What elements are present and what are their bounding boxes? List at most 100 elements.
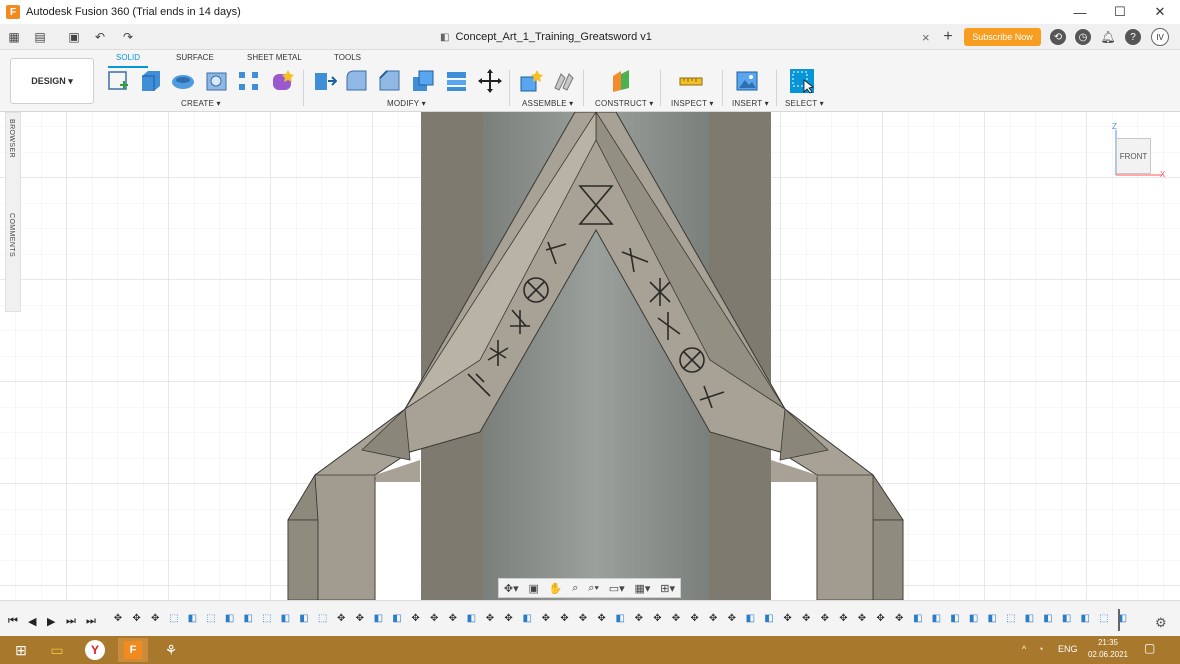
browser-panel[interactable]: BROWSER COMMENTS [5, 112, 21, 312]
timeline-feature-icon[interactable]: ✥ [800, 612, 812, 624]
timeline-feature-icon[interactable]: ◧ [465, 612, 477, 624]
timeline-feature-icon[interactable]: ✥ [689, 612, 701, 624]
timeline-feature-icon[interactable]: ◧ [912, 612, 924, 624]
timeline-feature-icon[interactable]: ⬚ [1005, 612, 1017, 624]
timeline-feature-icon[interactable]: ✥ [875, 612, 887, 624]
canvas-viewport[interactable] [0, 112, 1180, 600]
select-icon[interactable] [789, 68, 815, 94]
network-icon[interactable]: ◔ [1038, 644, 1043, 654]
timeline-feature-icon[interactable]: ✥ [503, 612, 515, 624]
form-icon[interactable] [270, 68, 296, 94]
timeline-feature-icon[interactable]: ✥ [819, 612, 831, 624]
minimize-button[interactable]: — [1060, 0, 1100, 24]
redo-icon[interactable]: ↷ [120, 29, 136, 45]
timeline-feature-icon[interactable]: ⬚ [168, 612, 180, 624]
revolve-icon[interactable] [170, 68, 196, 94]
create-sketch-icon[interactable] [106, 68, 132, 94]
timeline-feature-icon[interactable]: ◧ [279, 612, 291, 624]
timeline-feature-icon[interactable]: ✥ [410, 612, 422, 624]
document-tab[interactable]: ◧ Concept_Art_1_Training_Greatsword v1 × [440, 27, 940, 47]
timeline-feature-icon[interactable]: ✥ [577, 612, 589, 624]
timeline-feature-icon[interactable]: ◧ [1042, 612, 1054, 624]
timeline-feature-icon[interactable]: ✥ [596, 612, 608, 624]
move-copy-icon[interactable] [477, 68, 503, 94]
look-at-icon[interactable]: ▣ [528, 582, 538, 595]
timeline-feature-icon[interactable]: ◧ [186, 612, 198, 624]
new-component-icon[interactable] [518, 68, 544, 94]
hole-icon[interactable] [204, 68, 230, 94]
timeline-feature-icon[interactable]: ✥ [335, 612, 347, 624]
timeline-play-button[interactable]: ▶ [47, 615, 55, 628]
timeline-feature-icon[interactable]: ✥ [893, 612, 905, 624]
timeline-feature-icon[interactable]: ◧ [391, 612, 403, 624]
pan-icon[interactable]: ✋ [549, 582, 563, 595]
group-construct[interactable]: CONSTRUCT ▾ [595, 99, 654, 108]
joint-icon[interactable] [551, 68, 577, 94]
timeline-feature-icon[interactable]: ◧ [521, 612, 533, 624]
group-inspect[interactable]: INSPECT ▾ [671, 99, 714, 108]
group-insert[interactable]: INSERT ▾ [732, 99, 769, 108]
orbit-icon[interactable]: ✥▾ [504, 582, 519, 595]
pattern-icon[interactable] [236, 68, 262, 94]
fusion-taskbar-icon[interactable]: F [118, 638, 148, 662]
shell-icon[interactable] [410, 68, 436, 94]
timeline-feature-icon[interactable]: ◧ [1023, 612, 1035, 624]
apps-grid-icon[interactable]: ▦ [6, 29, 22, 45]
chamfer-icon[interactable] [377, 68, 403, 94]
press-pull-icon[interactable] [311, 68, 337, 94]
timeline-marker[interactable] [1118, 609, 1120, 631]
timeline-feature-icon[interactable]: ◧ [744, 612, 756, 624]
timeline-feature-icon[interactable]: ◧ [763, 612, 775, 624]
subscribe-button[interactable]: Subscribe Now [964, 28, 1041, 46]
timeline-feature-icon[interactable]: ✥ [428, 612, 440, 624]
timeline-feature-icon[interactable]: ✥ [837, 612, 849, 624]
timeline-feature-icon[interactable]: ◧ [986, 612, 998, 624]
timeline-feature-icon[interactable]: ✥ [782, 612, 794, 624]
timeline-feature-icon[interactable]: ✥ [484, 612, 496, 624]
close-window-button[interactable]: ✕ [1140, 0, 1180, 24]
timeline-feature-icon[interactable]: ◧ [1061, 612, 1073, 624]
comments-label[interactable]: COMMENTS [8, 213, 15, 257]
group-modify[interactable]: MODIFY ▾ [387, 99, 426, 108]
timeline-feature-icon[interactable]: ◧ [242, 612, 254, 624]
undo-icon[interactable]: ↶ [92, 29, 108, 45]
tab-surface[interactable]: SURFACE [176, 53, 214, 62]
display-settings-icon[interactable]: ▭▾ [609, 582, 625, 595]
tab-solid[interactable]: SOLID [116, 53, 140, 62]
zoom-icon[interactable]: ⌕ [572, 582, 578, 595]
group-create[interactable]: CREATE ▾ [181, 99, 221, 108]
timeline-feature-icon[interactable]: ◧ [949, 612, 961, 624]
timeline-feature-icon[interactable]: ✥ [856, 612, 868, 624]
system-clock[interactable]: 21:35 02.06.2021 [1086, 637, 1130, 661]
timeline-feature-icon[interactable]: ⬚ [1098, 612, 1110, 624]
timeline-feature-icon[interactable]: ◧ [372, 612, 384, 624]
tab-sheet-metal[interactable]: SHEET METAL [247, 53, 302, 62]
timeline-feature-icon[interactable]: ◧ [930, 612, 942, 624]
timeline-feature-icon[interactable]: ✥ [726, 612, 738, 624]
timeline-feature-icon[interactable]: ◧ [1079, 612, 1091, 624]
timeline-feature-icon[interactable]: ◧ [968, 612, 980, 624]
notifications-bell-icon[interactable]: 🔔︎ [1100, 29, 1116, 45]
app-pinned-icon[interactable]: ⚘ [156, 638, 186, 662]
offset-plane-icon[interactable] [609, 68, 635, 94]
job-status-icon[interactable]: ◷ [1075, 29, 1091, 45]
grid-settings-icon[interactable]: ▦▾ [635, 582, 651, 595]
new-tab-icon[interactable]: + [940, 28, 956, 45]
timeline-feature-icon[interactable]: ✥ [112, 612, 124, 624]
group-assemble[interactable]: ASSEMBLE ▾ [522, 99, 573, 108]
timeline-feature-icon[interactable]: ◧ [614, 612, 626, 624]
timeline-feature-icon[interactable]: ◧ [298, 612, 310, 624]
timeline-feature-icon[interactable]: ⬚ [205, 612, 217, 624]
tray-chevron-icon[interactable]: ^ [1022, 644, 1026, 654]
workspace-switcher[interactable]: DESIGN ▾ [10, 58, 94, 104]
timeline-next-button[interactable]: ⏭ [66, 615, 76, 628]
timeline-feature-icon[interactable]: ✥ [558, 612, 570, 624]
timeline-feature-icon[interactable]: ⬚ [261, 612, 273, 624]
timeline-feature-icon[interactable]: ✥ [447, 612, 459, 624]
timeline-prev-button[interactable]: ◀ [28, 615, 36, 628]
timeline-feature-icon[interactable]: ✥ [540, 612, 552, 624]
windows-start-icon[interactable]: ⊞ [6, 638, 36, 662]
timeline-settings-icon[interactable]: ⚙ [1155, 615, 1167, 631]
yandex-browser-icon[interactable]: Y [80, 638, 110, 662]
save-icon[interactable]: ▣ [66, 29, 82, 45]
